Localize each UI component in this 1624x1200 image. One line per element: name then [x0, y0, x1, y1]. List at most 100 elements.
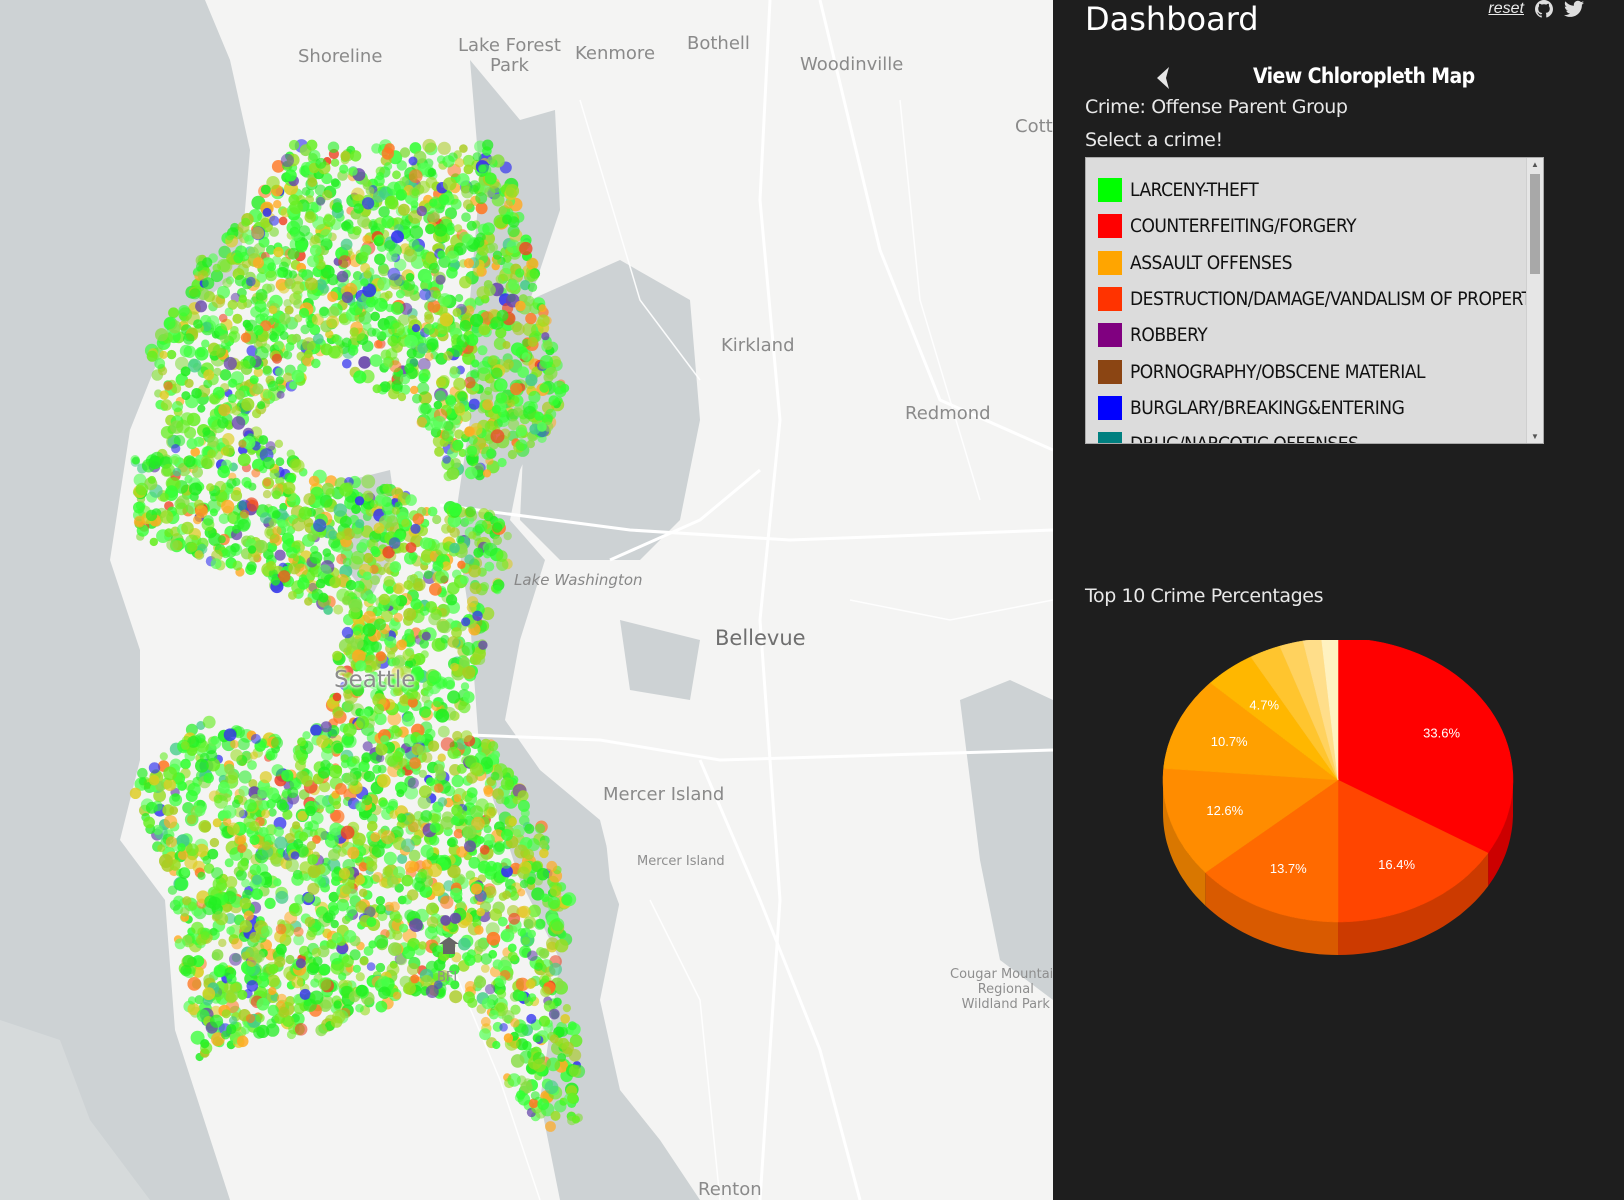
crime-point — [482, 469, 492, 478]
crime-point — [461, 233, 474, 246]
crime-point — [491, 404, 501, 414]
crime-point — [440, 915, 451, 926]
crime-point — [386, 250, 398, 262]
crime-point — [275, 367, 284, 377]
crime-option[interactable]: DESTRUCTION/DAMAGE/VANDALISM OF PROPERTY — [1098, 281, 1543, 317]
crime-point — [433, 763, 445, 775]
crime-point — [231, 982, 241, 992]
crime-point — [408, 238, 420, 250]
crime-point — [246, 980, 259, 992]
crime-point — [206, 750, 218, 762]
scroll-up-icon[interactable]: ▲ — [1531, 160, 1539, 169]
crime-point — [420, 810, 433, 822]
crime-point — [452, 307, 462, 317]
twitter-icon[interactable] — [1564, 0, 1584, 18]
crime-point — [494, 975, 507, 987]
reset-link[interactable]: reset — [1488, 0, 1524, 18]
crime-point — [466, 220, 477, 231]
crime-point — [482, 139, 494, 151]
crime-point — [209, 737, 222, 750]
crime-point — [385, 195, 396, 206]
crime-option[interactable]: ASSAULT OFFENSES — [1098, 245, 1543, 281]
crime-swatch — [1098, 432, 1122, 443]
crime-point — [534, 823, 546, 834]
crime-point — [375, 896, 385, 906]
crime-point — [380, 830, 395, 845]
crime-point — [351, 187, 365, 201]
crime-point — [332, 692, 342, 702]
scroll-down-icon[interactable]: ▼ — [1531, 432, 1539, 441]
crime-point — [451, 774, 464, 788]
crime-point — [502, 214, 512, 225]
crime-point — [372, 872, 384, 883]
crime-point — [496, 558, 509, 571]
scrollbar-thumb[interactable] — [1530, 174, 1540, 274]
crime-point — [429, 822, 441, 833]
crime-point — [423, 570, 433, 579]
crime-point — [377, 277, 391, 291]
crime-map[interactable]: Shoreline Lake Forest Park Kenmore Bothe… — [0, 0, 1053, 1200]
crime-point — [354, 587, 365, 598]
list-scrollbar[interactable]: ▲ ▼ — [1526, 158, 1543, 443]
crime-point — [474, 938, 488, 952]
crime-point — [507, 449, 517, 460]
crime-point — [327, 141, 340, 153]
crime-option[interactable]: LARCENY-THEFT — [1098, 172, 1543, 208]
crime-name: DESTRUCTION/DAMAGE/VANDALISM OF PROPERTY — [1130, 288, 1542, 311]
crime-point — [183, 455, 196, 468]
crime-point — [392, 170, 401, 180]
crime-point — [261, 809, 271, 819]
crime-point — [176, 419, 190, 434]
crime-point — [367, 820, 378, 832]
crime-point — [454, 224, 463, 233]
crime-point — [159, 492, 169, 502]
crime-point — [336, 898, 350, 912]
crime-point — [355, 519, 365, 529]
crime-point — [373, 703, 385, 715]
crime-point — [341, 220, 351, 231]
crime-pie-chart[interactable]: 33.6% 16.4% 13.7% 12.6% 10.7% 4.7% — [1053, 640, 1624, 1000]
crime-point — [352, 226, 362, 236]
crime-point — [174, 877, 188, 891]
crime-point — [362, 322, 372, 331]
crime-point — [462, 199, 474, 210]
crime-point — [381, 147, 394, 160]
crime-point — [524, 823, 535, 834]
crime-point — [226, 974, 237, 985]
crime-point — [230, 749, 243, 762]
crime-option[interactable]: ROBBERY — [1098, 317, 1543, 353]
crime-point — [379, 381, 391, 393]
crime-point — [312, 956, 323, 966]
crime-option[interactable]: PORNOGRAPHY/OBSCENE MATERIAL — [1098, 353, 1543, 389]
crime-point — [256, 997, 270, 1011]
crime-point — [448, 502, 462, 517]
crime-point — [200, 931, 210, 941]
crime-point — [307, 255, 319, 268]
crime-point — [298, 574, 308, 583]
crime-point — [361, 474, 376, 489]
crime-point — [280, 153, 294, 167]
crime-point — [224, 876, 238, 889]
crime-point — [195, 733, 206, 744]
crime-point — [366, 962, 376, 971]
crime-select-list[interactable]: LARCENY-THEFT COUNTERFEITING/FORGERY ASSAU… — [1085, 157, 1544, 444]
crime-point — [545, 408, 557, 420]
crime-point — [210, 558, 222, 570]
crime-point — [463, 991, 475, 1004]
github-icon[interactable] — [1534, 0, 1554, 18]
crime-group-label: Crime: Offense Parent Group — [1085, 96, 1348, 118]
crime-point — [399, 176, 410, 187]
crime-point — [515, 300, 526, 312]
back-arrow-icon[interactable] — [1153, 65, 1173, 91]
crime-swatch — [1098, 323, 1122, 348]
crime-point — [438, 194, 450, 206]
crime-point — [249, 834, 260, 846]
crime-option[interactable]: BURGLARY/BREAKING&ENTERING — [1098, 390, 1543, 426]
crime-option[interactable]: COUNTERFEITING/FORGERY — [1098, 208, 1543, 244]
view-chloropleth-link[interactable]: View Chloropleth Map — [1253, 64, 1475, 88]
crime-point — [495, 274, 505, 284]
crime-point — [157, 844, 166, 853]
crime-point — [186, 543, 196, 553]
crime-option[interactable]: DRUG/NARCOTIC OFFENSES — [1098, 426, 1543, 443]
crime-point — [147, 475, 156, 484]
